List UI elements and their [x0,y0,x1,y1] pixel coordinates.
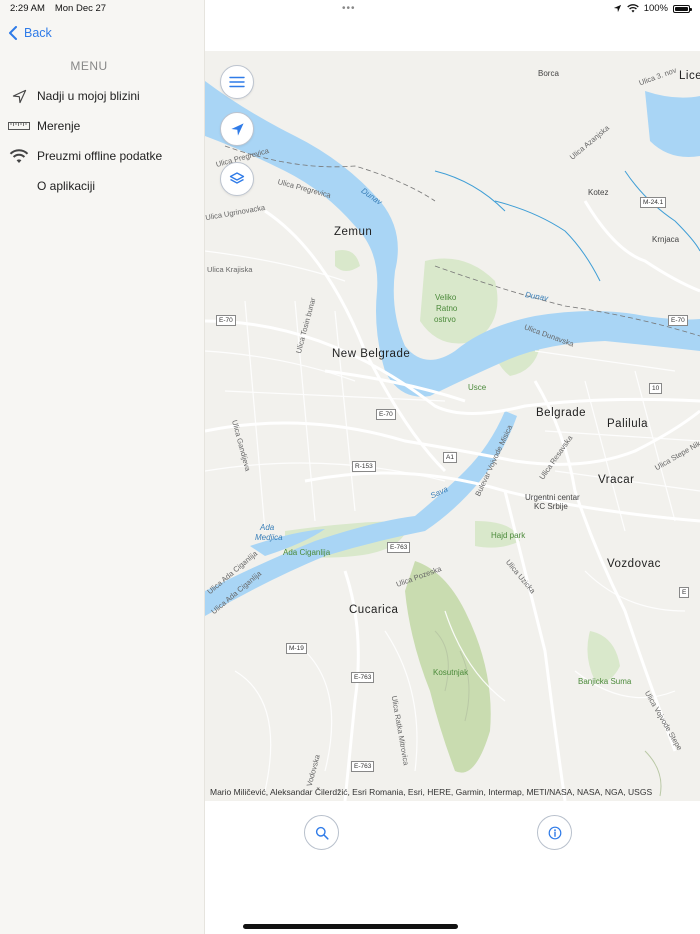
location-arrow-icon [230,122,244,136]
battery-icon [673,4,692,13]
road-shield: E-70 [668,315,688,326]
status-date: Mon Dec 27 [54,3,107,14]
battery-percent: 100% [643,3,668,14]
place-label: Banjicka Suma [578,677,632,686]
navigation-arrow-icon [8,88,30,104]
place-label: Usce [468,383,487,392]
hamburger-icon [229,76,245,88]
map-attribution: Mario Miličević, Aleksandar Čilerdžić, E… [210,787,653,797]
place-label: Urgentni centar [525,493,580,502]
place-label: Ratno [436,304,458,313]
road-shield: M-19 [286,643,307,654]
place-label: Belgrade [536,407,587,419]
layers-icon [229,172,245,184]
chevron-left-icon [9,26,17,40]
info-button[interactable] [537,815,572,850]
road-shield: E-70 [216,315,236,326]
menu-item-offline-data[interactable]: Preuzmi offline podatke [8,145,162,167]
home-indicator[interactable] [243,924,458,929]
road-shield: R-153 [352,461,376,472]
place-label: Zemun [334,226,373,238]
place-label: Ada [260,523,275,532]
back-label: Back [24,26,52,40]
place-label: Borca [538,69,559,78]
status-bar-right: 100% [613,3,692,14]
place-label: Lice [679,70,700,82]
place-label: Cucarica [349,604,399,616]
place-label: Krnjaca [652,235,680,244]
road-shield: E [679,587,690,598]
place-label: Vracar [598,474,635,486]
search-icon [315,826,329,840]
status-bar-left: 2:29 AM Mon Dec 27 [10,3,106,14]
street-label: Ulica Krajiska [207,265,253,274]
status-time: 2:29 AM [10,3,45,14]
menu-item-about[interactable]: O aplikaciji [8,175,95,197]
menu-title: MENU [70,59,108,73]
place-label: Kosutnjak [433,668,469,677]
place-label: Palilula [607,418,649,430]
place-label: New Belgrade [332,348,411,360]
wifi-status-icon [626,4,639,13]
place-label: Medjica [255,533,283,542]
road-shield: E-763 [387,542,411,553]
place-label: Veliko [435,293,457,302]
map-view[interactable]: Borca Lice Kotez Krnjaca Zemun New Belgr… [205,51,700,801]
map-menu-button[interactable] [220,65,254,99]
menu-item-nearby[interactable]: Nadji u mojoj blizini [8,85,140,107]
menu-item-label: Merenje [37,119,81,133]
sidebar: Back MENU Nadji u mojoj blizini Merenje … [0,0,205,934]
road-shield: E-763 [351,672,375,683]
road-shield: 10 [649,383,663,394]
road-shield: M-24.1 [640,197,667,208]
ruler-icon [8,118,30,134]
road-shield: E-70 [376,409,396,420]
menu-item-label: Nadji u mojoj blizini [37,89,140,103]
place-label: Ada Ciganlija [283,548,331,557]
location-services-icon [613,4,621,13]
menu-item-label: Preuzmi offline podatke [37,149,163,163]
road-shield: E-763 [351,761,375,772]
menu-item-measure[interactable]: Merenje [8,115,80,137]
search-button[interactable] [304,815,339,850]
place-label: ostrvo [434,315,456,324]
place-label: Kotez [588,188,609,197]
road-shield: A1 [443,452,457,463]
place-label: KC Srbije [534,502,568,511]
locate-me-button[interactable] [220,112,254,146]
place-label: Vozdovac [607,558,661,570]
wifi-icon [8,148,30,164]
multitasking-dots-icon[interactable]: ••• [342,3,356,14]
info-icon [548,826,561,839]
layers-button[interactable] [220,162,254,196]
menu-item-label: O aplikaciji [37,179,96,193]
app-screen: 2:29 AM Mon Dec 27 ••• 100% Back MENU Na… [0,0,700,934]
back-button[interactable]: Back [8,26,52,40]
place-label: Hajd park [491,531,526,540]
